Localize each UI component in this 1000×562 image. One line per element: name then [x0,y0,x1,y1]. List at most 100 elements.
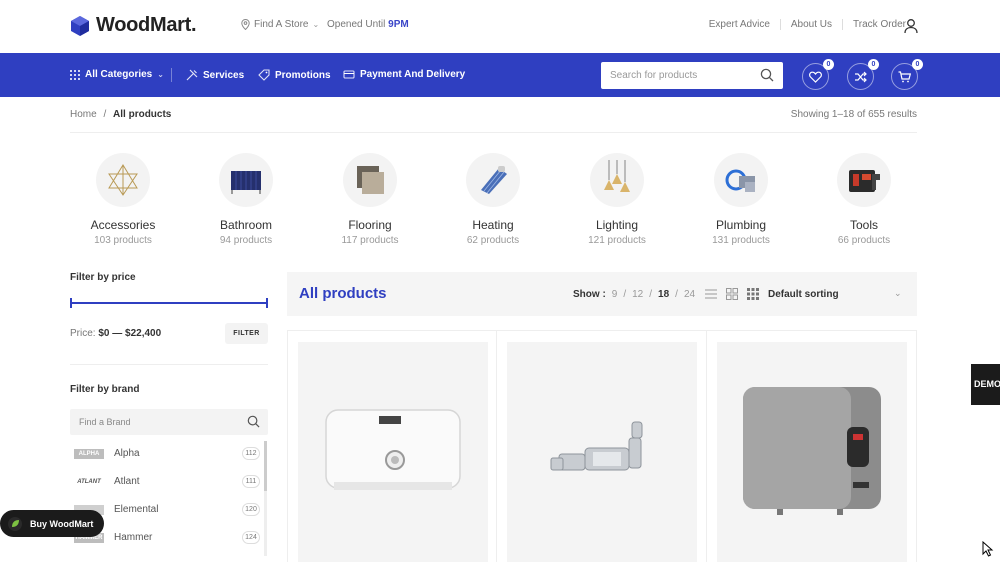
chrome-valve-image [550,421,643,471]
breadcrumb: Home / All products [70,109,171,120]
category-image [466,153,520,207]
find-store-link[interactable]: Find A Store ⌄ [241,19,319,30]
logo[interactable]: WoodMart. [70,14,197,37]
brand-count: 120 [242,503,260,516]
product-card[interactable] [497,331,707,562]
tag-icon [258,69,270,81]
solar-heater-icon [481,166,507,194]
price-range-text: Price: $0 — $22,400 [70,328,161,339]
brand-count: 124 [242,531,260,544]
price-label: Price: [70,328,96,339]
search-input[interactable] [601,62,751,89]
product-image [717,342,907,562]
category-count: 94 products [219,235,273,246]
compare-count-badge: 0 [868,59,879,70]
category-name: Bathroom [219,218,273,232]
nav-services-label: Services [203,69,245,81]
truck-icon [343,70,355,79]
category-count: 131 products [712,235,770,246]
price-min: $0 [98,328,110,339]
category-tools[interactable]: Tools 66 products [809,153,919,246]
buy-woodmart-button[interactable]: Buy WoodMart [0,510,104,537]
per-page-12[interactable]: 12 [632,289,643,300]
user-icon[interactable] [903,18,919,34]
results-count: Showing 1–18 of 655 results [790,109,917,120]
cart-button[interactable]: 0 [891,59,923,90]
category-image [219,153,273,207]
cart-count-badge: 0 [912,59,923,70]
divider [70,364,268,365]
category-accessories[interactable]: Accessories 103 products [68,153,178,246]
grid-3-view-icon[interactable] [747,288,759,300]
brand-name: Hammer [114,532,153,543]
category-name: Accessories [90,218,156,232]
top-links: Expert Advice About Us Track Order [699,19,916,30]
brand-search-input[interactable] [70,409,235,435]
brand-name: Alpha [114,448,140,459]
category-plumbing[interactable]: Plumbing 131 products [686,153,796,246]
per-page-9[interactable]: 9 [612,289,618,300]
buy-woodmart-label: Buy WoodMart [30,518,94,529]
brand-list-scrollbar[interactable] [264,441,267,556]
filter-brand-title: Filter by brand [70,384,140,395]
brand-item-atlant[interactable]: ATLANT Atlant 111 [70,473,260,493]
product-card[interactable] [287,331,497,562]
floor-tiles-icon [357,166,384,194]
tools-icon [186,69,198,81]
view-switcher [705,288,759,300]
product-search [601,62,783,89]
category-bathroom[interactable]: Bathroom 94 products [191,153,301,246]
price-range-slider[interactable] [70,298,268,308]
compare-button[interactable]: 0 [847,59,879,90]
brand-name: Elemental [114,504,159,515]
search-icon[interactable] [760,68,774,82]
category-name: Heating [472,218,514,232]
breadcrumb-current: All products [113,109,172,120]
nav-promotions[interactable]: Promotions [258,69,331,81]
per-page-24[interactable]: 24 [684,289,695,300]
mouse-cursor-icon [982,541,994,557]
brand-name: Atlant [114,476,140,487]
sorting-select[interactable]: Default sorting [768,289,839,300]
brand-logo: ATLANT [77,479,101,485]
wishlist-button[interactable]: 0 [802,59,834,90]
grid-2-view-icon[interactable] [726,288,738,300]
list-view-icon[interactable] [705,288,717,300]
category-flooring[interactable]: Flooring 117 products [315,153,425,246]
product-card[interactable] [707,331,917,562]
geometric-decor-icon [108,164,138,196]
chevron-down-icon: ⌄ [312,20,320,29]
category-count: 103 products [94,235,152,246]
price-dash: — [112,328,123,339]
all-categories-label: All Categories [85,69,153,80]
nav-payment-delivery[interactable]: Payment And Delivery [343,69,465,80]
filter-price-title: Filter by price [70,272,136,283]
category-image [343,153,397,207]
nav-promotions-label: Promotions [275,69,331,81]
demo-tab[interactable]: DEMO [971,364,1000,405]
per-page-selector: Show : 9/ 12/ 18/ 24 [573,289,696,300]
opened-label: Opened Until [327,19,386,30]
category-name: Flooring [348,218,392,232]
nav-services[interactable]: Services [186,69,244,81]
category-count: 121 products [588,235,646,246]
per-page-18[interactable]: 18 [658,289,669,300]
link-expert-advice[interactable]: Expert Advice [699,19,780,30]
category-count: 62 products [466,235,520,246]
brand-count: 112 [242,447,260,460]
nav-payment-label: Payment And Delivery [360,69,466,80]
main-nav-bar: All Categories ⌄ Services Promotions Pay… [0,53,1000,97]
search-icon[interactable] [247,415,260,428]
filter-button[interactable]: FILTER [225,323,268,344]
link-about-us[interactable]: About Us [779,19,842,30]
all-categories-menu[interactable]: All Categories ⌄ [70,69,164,80]
category-name: Lighting [595,218,639,232]
category-lighting[interactable]: Lighting 121 products [562,153,672,246]
opened-time: 9PM [388,19,409,30]
category-heating[interactable]: Heating 62 products [438,153,548,246]
brand-item-alpha[interactable]: ALPHA Alpha 112 [70,445,260,465]
cart-icon [898,70,911,82]
divider [70,132,917,133]
breadcrumb-home[interactable]: Home [70,109,97,120]
category-count: 66 products [837,235,891,246]
